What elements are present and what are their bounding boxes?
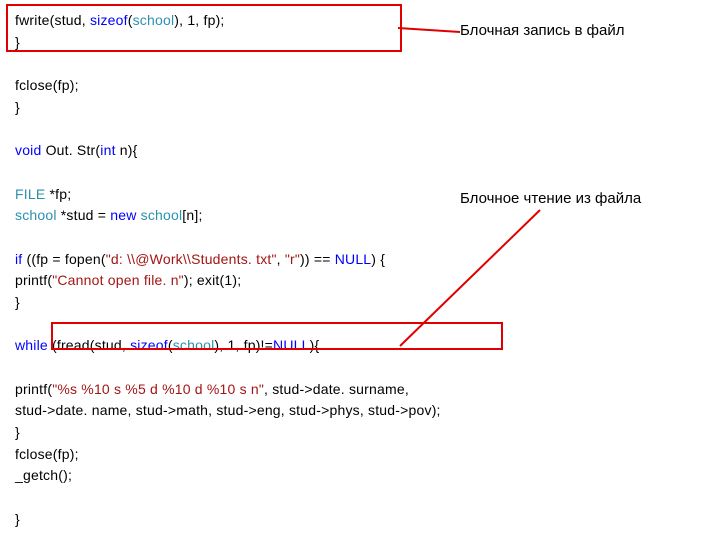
code-text: , (277, 251, 285, 267)
string-literal: "Cannot open file. n" (52, 272, 184, 288)
code-line (15, 118, 705, 140)
type-school: school (15, 207, 57, 223)
code-line: if ((fp = fopen("d: \\@Work\\Students. t… (15, 249, 705, 271)
code-line: void Out. Str(int n){ (15, 140, 705, 162)
code-line (15, 53, 705, 75)
code-text: Out. Str( (41, 142, 100, 158)
string-literal: "r" (285, 251, 300, 267)
annotation-write: Блочная запись в файл (460, 22, 625, 39)
code-line: fclose(fp); (15, 444, 705, 466)
code-text: [n]; (182, 207, 202, 223)
keyword-void: void (15, 142, 41, 158)
highlight-box-write (6, 4, 402, 52)
type-file: FILE (15, 186, 45, 202)
type-school: school (141, 207, 183, 223)
code-text: *stud = (57, 207, 111, 223)
string-literal: "d: \\@Work\\Students. txt" (106, 251, 277, 267)
code-line: _getch(); (15, 465, 705, 487)
keyword-null: NULL (335, 251, 372, 267)
code-text: , stud->date. surname, (264, 381, 409, 397)
code-text: n){ (116, 142, 138, 158)
code-text: ) { (371, 251, 385, 267)
code-line (15, 227, 705, 249)
code-line (15, 162, 705, 184)
string-literal: "%s %10 s %5 d %10 d %10 s n" (52, 381, 264, 397)
code-text: )) == (300, 251, 335, 267)
code-block: fwrite(stud, sizeof(school), 1, fp); } f… (15, 10, 705, 531)
code-line: } (15, 97, 705, 119)
code-line: printf("%s %10 s %5 d %10 d %10 s n", st… (15, 379, 705, 401)
highlight-box-read (51, 322, 503, 350)
code-line: stud->date. name, stud->math, stud->eng,… (15, 400, 705, 422)
code-line (15, 487, 705, 509)
code-text: ); exit(1); (184, 272, 241, 288)
code-line (15, 357, 705, 379)
code-text: ((fp = fopen( (22, 251, 105, 267)
code-line: printf("Cannot open file. n"); exit(1); (15, 270, 705, 292)
keyword-while: while (15, 337, 48, 353)
code-text: printf( (15, 381, 52, 397)
code-text: printf( (15, 272, 52, 288)
keyword-int: int (100, 142, 115, 158)
keyword-new: new (110, 207, 136, 223)
annotation-read: Блочное чтение из файла (460, 190, 641, 207)
code-line: } (15, 509, 705, 531)
code-line: school *stud = new school[n]; (15, 205, 705, 227)
code-line: } (15, 292, 705, 314)
code-text: *fp; (45, 186, 71, 202)
code-line: fclose(fp); (15, 75, 705, 97)
code-line: } (15, 422, 705, 444)
